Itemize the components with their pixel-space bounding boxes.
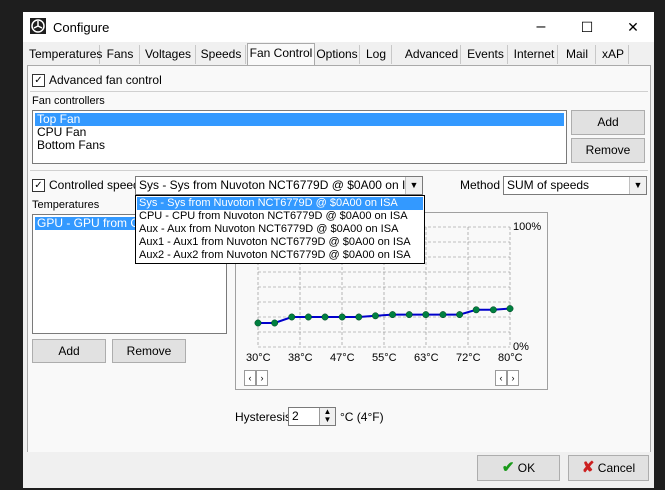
remove-temperature-button[interactable]: Remove <box>112 339 186 363</box>
hysteresis-value: 2 <box>292 409 299 423</box>
dropdown-option[interactable]: Aux - Aux from Nuvoton NCT6779D @ $0A00 … <box>137 223 423 236</box>
chevron-down-icon[interactable]: ▼ <box>629 177 646 194</box>
tab-temperatures[interactable]: Temperatures <box>29 45 102 64</box>
fan-controllers-label: Fan controllers <box>32 95 105 107</box>
advanced-fan-control-label: Advanced fan control <box>49 73 162 87</box>
add-controller-button[interactable]: Add <box>571 110 645 135</box>
maximize-button[interactable]: ☐ <box>564 12 610 42</box>
curve-point <box>271 319 279 327</box>
tab-options[interactable]: Options <box>315 45 360 64</box>
curve-point <box>405 311 413 319</box>
curve-point <box>506 305 514 313</box>
tab-advanced[interactable]: Advanced <box>403 45 461 64</box>
list-item[interactable]: Bottom Fans <box>35 139 105 152</box>
curve-point <box>304 313 312 321</box>
curve-point <box>321 313 329 321</box>
curve-point <box>472 306 480 314</box>
chevron-down-icon[interactable]: ▼ <box>405 177 422 194</box>
curve-point <box>422 311 430 319</box>
controlled-speed-dropdown[interactable]: Sys - Sys from Nuvoton NCT6779D @ $0A00 … <box>135 195 425 264</box>
x-tick-label: 80°C <box>498 352 523 364</box>
curve-point <box>254 319 262 327</box>
curve-point <box>338 313 346 321</box>
x-icon: ✘ <box>581 459 595 476</box>
curve-point <box>439 311 447 319</box>
cancel-button[interactable]: ✘ Cancel <box>568 455 649 481</box>
tab-voltages[interactable]: Voltages <box>141 45 196 64</box>
checkmark-icon: ✔ <box>501 459 515 476</box>
x-tick-label: 30°C <box>246 352 271 364</box>
dropdown-option[interactable]: CPU - CPU from Nuvoton NCT6779D @ $0A00 … <box>137 210 423 223</box>
y-tick-label: 100% <box>513 221 542 233</box>
minimize-button[interactable]: – <box>518 12 564 42</box>
method-label: Method <box>460 178 501 192</box>
dialog-footer: ✔ OK ✘ Cancel <box>23 452 654 488</box>
curve-point <box>288 313 296 321</box>
cancel-label: Cancel <box>597 461 636 475</box>
ok-label: OK <box>517 461 536 475</box>
window-title: Configure <box>53 20 110 35</box>
controlled-speed-checkbox[interactable]: ✓ <box>32 179 45 192</box>
tab-xap[interactable]: xAP <box>598 45 629 64</box>
close-button[interactable]: ✕ <box>610 12 656 42</box>
ok-button[interactable]: ✔ OK <box>477 455 560 481</box>
tab-internet[interactable]: Internet <box>511 45 558 64</box>
list-item[interactable]: Top Fan <box>35 113 564 126</box>
dropdown-option[interactable]: Aux2 - Aux2 from Nuvoton NCT6779D @ $0A0… <box>137 249 423 262</box>
method-select[interactable]: SUM of speeds ▼ <box>503 176 647 195</box>
chevron-left-icon[interactable]: ‹ <box>495 370 507 386</box>
curve-point <box>389 311 397 319</box>
tab-speeds[interactable]: Speeds <box>197 45 246 64</box>
chevron-right-icon[interactable]: › <box>256 370 268 386</box>
chevron-left-icon[interactable]: ‹ <box>244 370 256 386</box>
controlled-speed-label: Controlled speed <box>49 178 140 192</box>
curve-point <box>371 312 379 320</box>
hysteresis-label: Hysteresis <box>235 410 292 424</box>
title-bar: Configure – ☐ ✕ <box>23 12 654 42</box>
tab-fans[interactable]: Fans <box>101 45 140 64</box>
advanced-fan-control-checkbox[interactable]: ✓ <box>32 74 45 87</box>
tab-fan-control[interactable]: Fan Control <box>247 43 315 66</box>
x-tick-label: 63°C <box>414 352 439 364</box>
x-tick-label: 38°C <box>288 352 313 364</box>
fan-controllers-list[interactable]: Top Fan CPU Fan Bottom Fans <box>32 110 567 164</box>
tab-log[interactable]: Log <box>361 45 392 64</box>
hysteresis-unit: °C (4°F) <box>340 410 384 424</box>
divider <box>30 170 648 171</box>
hysteresis-spinner[interactable]: 2 ▲ ▼ <box>288 407 336 426</box>
chevron-right-icon[interactable]: › <box>507 370 519 386</box>
dropdown-option[interactable]: Aux1 - Aux1 from Nuvoton NCT6779D @ $0A0… <box>137 236 423 249</box>
add-temperature-button[interactable]: Add <box>32 339 106 363</box>
spinner-arrows-icon[interactable]: ▲ ▼ <box>319 408 335 425</box>
controlled-speed-value: Sys - Sys from Nuvoton NCT6779D @ $0A00 … <box>139 178 422 192</box>
tab-events[interactable]: Events <box>464 45 508 64</box>
x-tick-label: 72°C <box>456 352 481 364</box>
temperatures-label: Temperatures <box>32 199 100 211</box>
series-line <box>258 307 511 324</box>
app-fan-icon <box>30 18 46 34</box>
tab-mail[interactable]: Mail <box>559 45 596 64</box>
curve-point <box>489 306 497 314</box>
x-tick-label: 55°C <box>372 352 397 364</box>
divider <box>30 91 648 92</box>
dropdown-option[interactable]: Sys - Sys from Nuvoton NCT6779D @ $0A00 … <box>137 197 423 210</box>
curve-point <box>355 313 363 321</box>
method-value: SUM of speeds <box>507 178 590 192</box>
remove-controller-button[interactable]: Remove <box>571 138 645 163</box>
controlled-speed-select[interactable]: Sys - Sys from Nuvoton NCT6779D @ $0A00 … <box>135 176 423 195</box>
x-tick-label: 47°C <box>330 352 355 364</box>
curve-point <box>456 311 464 319</box>
